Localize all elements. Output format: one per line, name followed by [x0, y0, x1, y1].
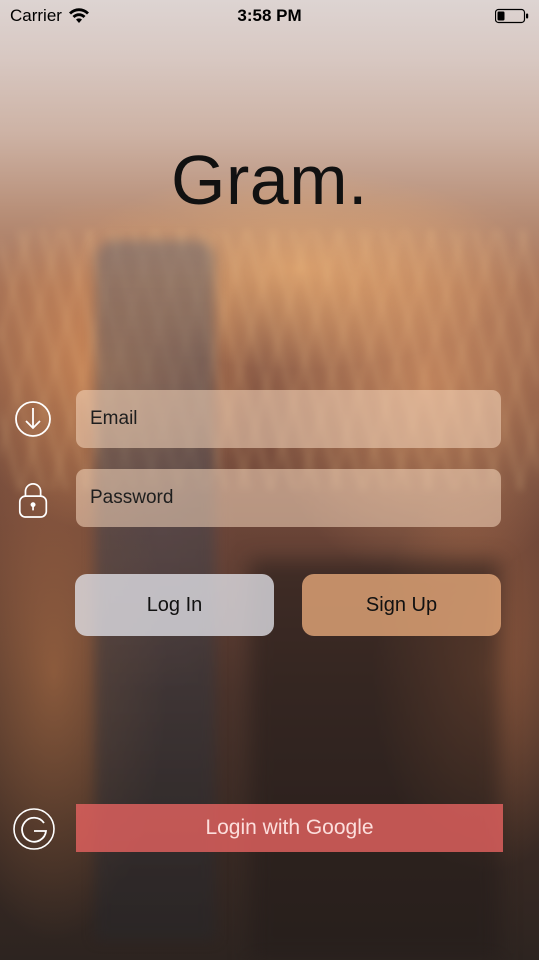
email-field[interactable]: [76, 390, 501, 448]
status-left: Carrier: [10, 6, 90, 26]
download-circle-icon: [15, 401, 51, 437]
status-bar: Carrier 3:58 PM: [0, 0, 539, 32]
google-row: Login with Google: [0, 802, 539, 854]
google-login-button[interactable]: Login with Google: [76, 804, 503, 852]
login-button[interactable]: Log In: [75, 574, 274, 636]
carrier-label: Carrier: [10, 6, 62, 25]
padlock-icon: [18, 483, 48, 518]
password-field[interactable]: [76, 469, 501, 527]
password-row: [0, 469, 539, 527]
city-lights: [0, 230, 539, 490]
email-row: [0, 390, 539, 448]
wifi-icon: [68, 8, 89, 23]
app-title: Gram.: [171, 141, 368, 219]
signup-button[interactable]: Sign Up: [302, 574, 501, 636]
battery-icon: [495, 8, 529, 24]
google-logo-icon: [13, 808, 55, 850]
